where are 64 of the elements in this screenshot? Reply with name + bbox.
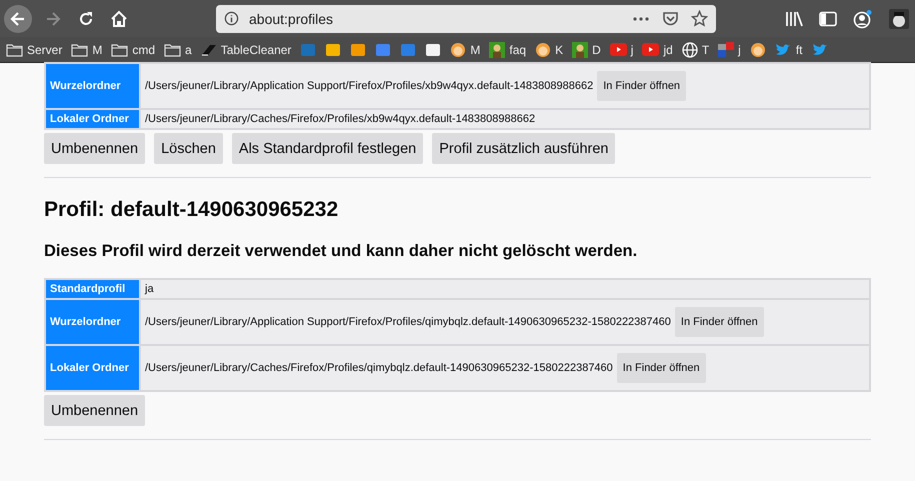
star-icon[interactable] — [691, 10, 708, 27]
profile-heading: Profil: default-1490630965232 — [44, 198, 340, 222]
folder-icon — [111, 42, 128, 56]
open-in-finder-button[interactable]: In Finder öffnen — [616, 353, 706, 383]
figure-icon — [572, 42, 588, 58]
avatar-icon — [535, 42, 552, 58]
profile-button[interactable]: Umbenennen — [44, 133, 146, 164]
profile-button[interactable]: Löschen — [154, 133, 223, 164]
figure-icon — [489, 42, 506, 58]
bookmark[interactable]: faq — [489, 42, 526, 58]
folder-path: /Users/jeuner/Library/Caches/Firefox/Profiles/qimybqlz.default-1490630965232-1580222387460 — [145, 362, 613, 374]
more-icon[interactable] — [632, 16, 650, 22]
bookmark[interactable]: K — [535, 42, 564, 58]
bookmark[interactable]: Server — [6, 42, 62, 56]
open-in-finder-button[interactable]: In Finder öffnen — [597, 71, 686, 101]
row-label: Wurzelordner — [46, 300, 139, 344]
avatar-icon — [450, 42, 466, 58]
bird-icon — [812, 42, 828, 56]
bookmark[interactable]: M — [450, 42, 480, 58]
bookmark[interactable]: T — [682, 42, 710, 58]
profile-button[interactable]: Als Standardprofil festlegen — [232, 133, 424, 164]
play-icon — [610, 43, 627, 56]
bookmark[interactable]: TableCleaner — [200, 42, 292, 56]
home-icon[interactable] — [110, 10, 128, 28]
folder-path: ja — [145, 283, 154, 295]
profile-notice: Dieses Profil wird derzeit verwendet und kann daher nicht gelöscht werden. — [44, 242, 638, 261]
avatar-icon — [750, 42, 766, 58]
folder-path: /Users/jeuner/Library/Application Support/Firefox/Profiles/qimybqlz.default-1490630965232-1580222387460 — [145, 316, 671, 328]
bookmark[interactable]: j — [610, 42, 634, 56]
folder-icon — [71, 42, 88, 56]
folder-icon — [164, 42, 182, 56]
sidebar-icon[interactable] — [819, 10, 837, 26]
url-text: about:profiles — [249, 10, 334, 26]
reload-icon[interactable] — [78, 10, 94, 26]
bookmark[interactable]: M — [71, 42, 102, 56]
eraser-icon — [200, 42, 217, 56]
row-label: Lokaler Ordner — [46, 346, 139, 390]
info-icon[interactable] — [224, 11, 239, 26]
bookmark[interactable]: j — [718, 42, 741, 58]
extension-icon[interactable] — [889, 8, 909, 28]
row-label: Wurzelordner — [46, 64, 139, 108]
back-arrow-icon — [9, 10, 27, 28]
account-icon[interactable] — [853, 8, 873, 28]
library-icon[interactable] — [785, 10, 803, 26]
folder-icon — [6, 42, 23, 56]
globe-icon — [682, 42, 698, 58]
bookmark[interactable]: jd — [642, 42, 673, 56]
pocket-icon[interactable] — [662, 10, 679, 26]
row-label: Lokaler Ordner — [46, 110, 139, 128]
open-in-finder-button[interactable]: In Finder öffnen — [674, 307, 764, 337]
back-button[interactable] — [4, 4, 32, 32]
play-icon — [642, 43, 660, 56]
profile-button[interactable]: Profil zusätzlich ausführen — [432, 133, 616, 164]
bird-icon — [774, 42, 792, 56]
tiles-icon — [718, 42, 734, 58]
profile-button[interactable]: Umbenennen — [44, 395, 146, 426]
address-bar[interactable]: about:profiles — [216, 4, 716, 32]
folder-path: /Users/jeuner/Library/Application Support/Firefox/Profiles/xb9w4qyx.default-1483808988662 — [145, 80, 594, 92]
folder-path: /Users/jeuner/Library/Caches/Firefox/Profiles/xb9w4qyx.default-1483808988662 — [145, 113, 536, 125]
bookmark[interactable]: a — [164, 42, 192, 56]
row-label: Standardprofil — [46, 280, 139, 298]
bookmark[interactable]: ft — [774, 42, 802, 56]
bookmark[interactable]: cmd — [111, 42, 156, 56]
bookmark[interactable]: D — [572, 42, 601, 58]
